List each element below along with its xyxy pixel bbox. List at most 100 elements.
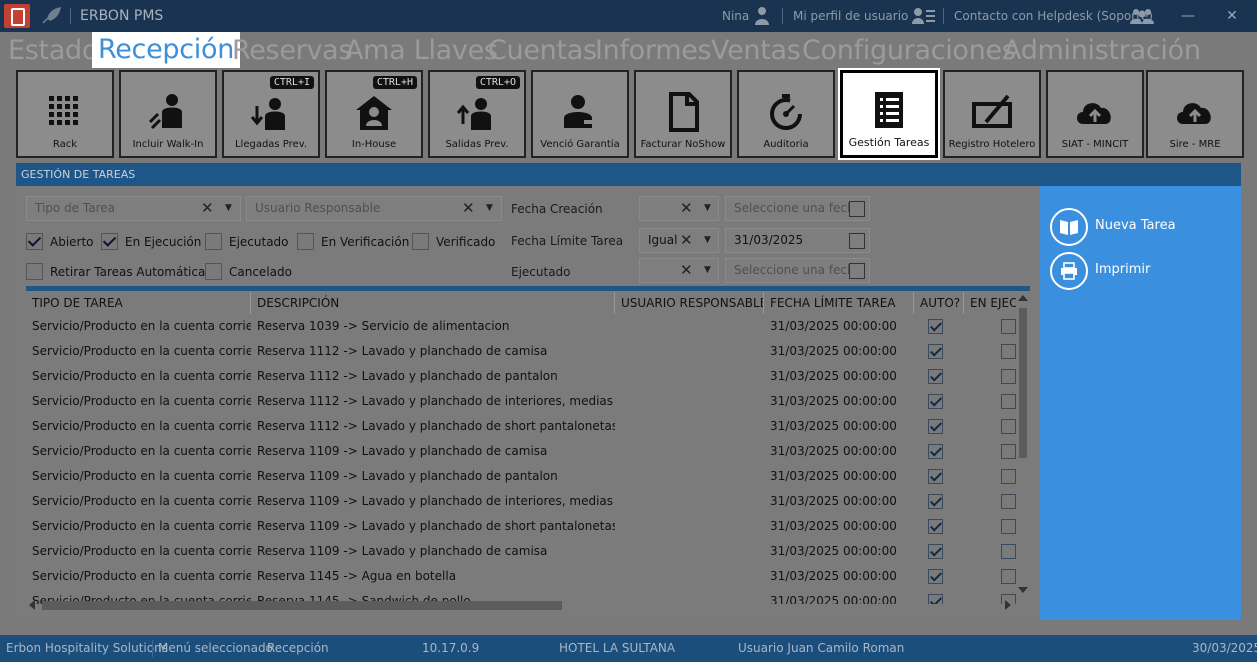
en-ejecucion-checkbox[interactable] [1001, 319, 1016, 334]
auto-checkbox[interactable] [928, 569, 943, 584]
calendar-icon[interactable] [849, 263, 865, 279]
clear-icon[interactable]: ✕ [680, 197, 693, 220]
menu-cuentas[interactable]: Cuentas [488, 35, 597, 66]
table-row[interactable]: Servicio/Producto en la cuenta corriente… [26, 489, 1016, 514]
deadline-operator[interactable]: Igual ✕ ▼ [639, 228, 719, 253]
en-ejecucion-checkbox[interactable] [1001, 344, 1016, 359]
deadline-date-picker[interactable]: 31/03/2025 [725, 228, 870, 253]
column-header-descripcion[interactable]: DESCRIPCIÓN [251, 292, 615, 314]
sire-mre-button[interactable]: Sire - MRE [1146, 70, 1244, 158]
checkbox-en-ejecucion[interactable] [101, 233, 118, 250]
auto-checkbox[interactable] [928, 544, 943, 559]
scroll-left-icon[interactable] [28, 600, 36, 610]
siat-mincit-button[interactable]: SIAT - MINCIT [1046, 70, 1144, 158]
checkbox-cancelado[interactable] [205, 263, 222, 280]
audit-button[interactable]: Auditoria [737, 70, 835, 158]
en-ejecucion-checkbox[interactable] [1001, 369, 1016, 384]
profile-card-icon[interactable] [912, 6, 935, 26]
en-ejecucion-checkbox[interactable] [1001, 569, 1016, 584]
current-user-name[interactable]: Nina [722, 9, 749, 23]
task-type-select[interactable]: Tipo de Tarea ✕ ▼ [26, 196, 241, 221]
column-header-usuario[interactable]: USUARIO RESPONSABLE [615, 292, 764, 314]
menu-ventas[interactable]: Ventas [711, 35, 801, 66]
scroll-right-icon[interactable] [1004, 600, 1012, 610]
auto-checkbox[interactable] [928, 344, 943, 359]
menu-ama-llaves[interactable]: Ama Llaves [345, 35, 498, 66]
table-row[interactable]: Servicio/Producto en la cuenta corriente… [26, 539, 1016, 564]
menu-configuraciones[interactable]: Configuraciones [802, 35, 1016, 66]
clear-icon[interactable]: ✕ [680, 259, 693, 282]
support-group-icon[interactable] [1130, 6, 1154, 26]
minimize-button[interactable]: — [1178, 6, 1198, 26]
table-row[interactable]: Servicio/Producto en la cuenta corriente… [26, 464, 1016, 489]
in-house-button[interactable]: CTRL+H In-House [325, 70, 423, 158]
checkbox-abierto[interactable] [26, 233, 43, 250]
table-row[interactable]: Servicio/Producto en la cuenta corriente… [26, 339, 1016, 364]
checkbox-ejecutado[interactable] [205, 233, 222, 250]
walk-in-button[interactable]: Incluir Walk-In [119, 70, 217, 158]
chevron-down-icon[interactable]: ▼ [486, 197, 493, 220]
creation-date-picker[interactable]: Seleccione una fecha [725, 196, 870, 221]
task-management-button[interactable]: Gestión Tareas [838, 68, 940, 160]
menu-recepcion[interactable]: Recepción [92, 32, 241, 68]
column-header-tipo[interactable]: TIPO DE TAREA [26, 292, 251, 314]
menu-reservas[interactable]: Reservas [232, 35, 352, 66]
auto-checkbox[interactable] [928, 444, 943, 459]
vertical-scrollbar[interactable] [1016, 292, 1030, 598]
rack-button[interactable]: Rack [16, 70, 114, 158]
column-header-en-ejecucion[interactable]: EN EJECU [964, 292, 1016, 314]
auto-checkbox[interactable] [928, 369, 943, 384]
auto-checkbox[interactable] [928, 419, 943, 434]
creation-date-operator[interactable]: ✕ ▼ [639, 196, 719, 221]
horizontal-scroll-thumb[interactable] [42, 601, 562, 610]
scroll-down-icon[interactable] [1018, 586, 1028, 594]
print-button[interactable]: Imprimir [1050, 252, 1230, 290]
table-row[interactable]: Servicio/Producto en la cuenta corriente… [26, 439, 1016, 464]
executed-date-picker[interactable]: Seleccione una fecha [725, 258, 870, 283]
user-icon[interactable] [752, 6, 772, 26]
en-ejecucion-checkbox[interactable] [1001, 469, 1016, 484]
en-ejecucion-checkbox[interactable] [1001, 394, 1016, 409]
scroll-up-icon[interactable] [1018, 294, 1028, 302]
auto-checkbox[interactable] [928, 469, 943, 484]
auto-checkbox[interactable] [928, 519, 943, 534]
table-row[interactable]: Servicio/Producto en la cuenta corriente… [26, 414, 1016, 439]
menu-estado[interactable]: Estado [8, 35, 98, 66]
clear-icon[interactable]: ✕ [680, 229, 693, 252]
guarantee-button[interactable]: Venció Garantía [531, 70, 629, 158]
table-row[interactable]: Servicio/Producto en la cuenta corriente… [26, 314, 1016, 339]
menu-informes[interactable]: Informes [595, 35, 712, 66]
chevron-down-icon[interactable]: ▼ [704, 259, 711, 282]
horizontal-scrollbar[interactable] [26, 598, 1016, 612]
table-row[interactable]: Servicio/Producto en la cuenta corriente… [26, 364, 1016, 389]
checkbox-en-verificacion[interactable] [297, 233, 314, 250]
profile-link[interactable]: Mi perfil de usuario [793, 9, 908, 23]
noshow-button[interactable]: Facturar NoShow [634, 70, 732, 158]
checkbox-verificado[interactable] [412, 233, 429, 250]
en-ejecucion-checkbox[interactable] [1001, 519, 1016, 534]
clear-icon[interactable]: ✕ [201, 197, 214, 220]
rocket-icon[interactable] [40, 6, 62, 26]
en-ejecucion-checkbox[interactable] [1001, 419, 1016, 434]
clear-icon[interactable]: ✕ [462, 197, 475, 220]
helpdesk-link[interactable]: Contacto con Helpdesk (Soporte) [954, 9, 1153, 23]
vertical-scroll-thumb[interactable] [1019, 308, 1027, 458]
chevron-down-icon[interactable]: ▼ [704, 229, 711, 252]
executed-operator[interactable]: ✕ ▼ [639, 258, 719, 283]
table-row[interactable]: Servicio/Producto en la cuenta corriente… [26, 389, 1016, 414]
chevron-down-icon[interactable]: ▼ [704, 197, 711, 220]
arrivals-button[interactable]: CTRL+I Llegadas Prev. [222, 70, 320, 158]
table-row[interactable]: Servicio/Producto en la cuenta corriente… [26, 564, 1016, 589]
chevron-down-icon[interactable]: ▼ [225, 197, 232, 220]
en-ejecucion-checkbox[interactable] [1001, 544, 1016, 559]
calendar-icon[interactable] [849, 201, 865, 217]
new-task-button[interactable]: Nueva Tarea [1050, 208, 1230, 246]
auto-checkbox[interactable] [928, 394, 943, 409]
calendar-icon[interactable] [849, 233, 865, 249]
column-header-auto[interactable]: AUTO? [914, 292, 964, 314]
menu-administracion[interactable]: Administración [1003, 35, 1201, 66]
departures-button[interactable]: CTRL+O Salidas Prev. [428, 70, 526, 158]
checkbox-retirar-automaticas[interactable] [26, 263, 43, 280]
column-header-fecha[interactable]: FECHA LÍMITE TAREA [764, 292, 914, 314]
responsible-user-select[interactable]: Usuario Responsable ✕ ▼ [246, 196, 502, 221]
